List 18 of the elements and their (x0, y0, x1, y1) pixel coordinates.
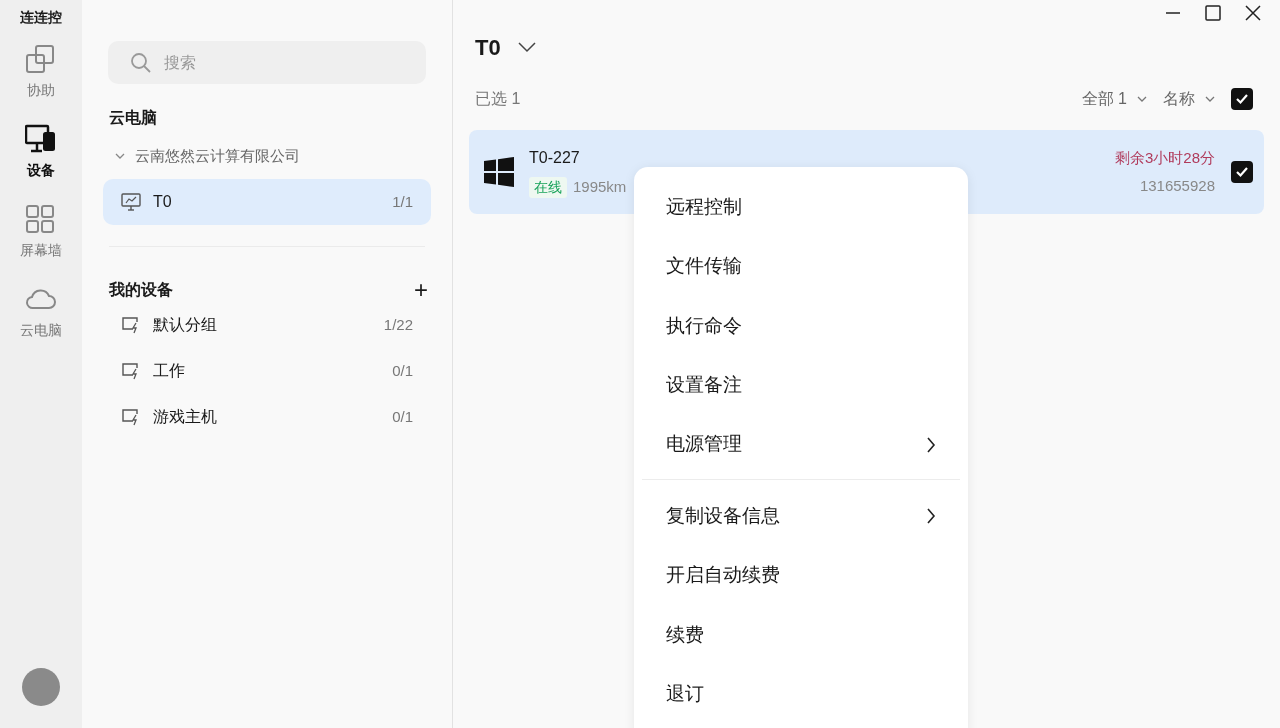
page-title: T0 (475, 33, 501, 62)
group-count: 1/1 (392, 191, 413, 212)
group-label: 默认分组 (153, 315, 218, 335)
selected-count: 已选 1 (475, 89, 522, 109)
group-count: 1/22 (383, 314, 413, 335)
section-title: 云电脑 (109, 108, 158, 128)
device-distance: 1995km (573, 176, 627, 197)
group-label: 游戏主机 (153, 407, 218, 427)
remaining-time: 剩余3小时28分 (1114, 147, 1215, 168)
status-badge: 在线 (529, 176, 567, 198)
group-label: T0 (153, 192, 173, 212)
group-count: 0/1 (392, 360, 413, 381)
group-label: 工作 (153, 361, 186, 381)
app-title: 连连控 (20, 8, 62, 27)
group-count: 0/1 (392, 406, 413, 427)
device-id: 131655928 (1139, 176, 1215, 196)
device-name: T0-227 (529, 147, 581, 168)
section-title: 我的设备 (109, 280, 173, 300)
